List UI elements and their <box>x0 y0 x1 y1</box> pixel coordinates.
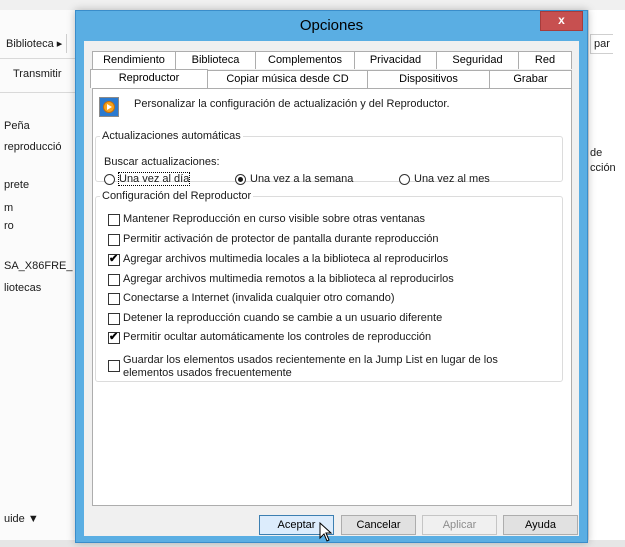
background-sidebar-guide[interactable]: uide ▼ <box>4 513 39 525</box>
checkbox-box: ✔ <box>108 253 120 266</box>
radio-label: Una vez al mes <box>414 173 490 185</box>
background-sidebar-item[interactable]: prete <box>4 179 29 191</box>
tab-seguridad[interactable]: Seguridad <box>436 51 519 69</box>
close-button[interactable]: x <box>540 11 583 31</box>
player-settings-legend: Configuración del Reproductor <box>102 190 252 202</box>
tab-copiar-musica[interactable]: Copiar música desde CD <box>207 70 368 88</box>
checkbox-autohide-controls[interactable]: ✔ Permitir ocultar automáticamente los c… <box>108 331 431 344</box>
automatic-updates-legend: Actualizaciones automáticas <box>102 130 241 142</box>
checkbox-jump-list-recent[interactable]: Guardar los elementos usados recientemen… <box>108 354 503 380</box>
checkbox-box <box>108 274 120 286</box>
checkbox-stop-on-user-switch[interactable]: Detener la reproducción cuando se cambie… <box>108 312 442 325</box>
dialog-titlebar[interactable]: Opciones x <box>76 11 587 39</box>
cancel-button[interactable]: Cancelar <box>341 515 416 535</box>
checkbox-box <box>108 214 120 226</box>
radio-once-a-day[interactable]: Una vez al día <box>104 172 191 186</box>
checkbox-box <box>108 360 120 372</box>
background-tab-transmitir[interactable]: Transmitir <box>13 68 61 80</box>
radio-once-a-month[interactable]: Una vez al mes <box>399 173 490 185</box>
background-sidebar-item[interactable]: liotecas <box>4 282 41 294</box>
checkbox-label: Permitir ocultar automáticamente los con… <box>123 331 432 343</box>
background-right-text: cción <box>590 162 616 174</box>
checkbox-label: Conectarse a Internet (invalida cualquie… <box>123 292 395 304</box>
checkbox-connect-internet[interactable]: Conectarse a Internet (invalida cualquie… <box>108 292 394 305</box>
tab-biblioteca[interactable]: Biblioteca <box>175 51 256 69</box>
checkbox-box: ✔ <box>108 331 120 344</box>
checkbox-allow-screensaver[interactable]: Permitir activación de protector de pant… <box>108 233 439 246</box>
radio-once-a-week[interactable]: Una vez a la semana <box>235 173 353 185</box>
checkbox-label: Agregar archivos multimedia locales a la… <box>123 253 449 265</box>
tab-dispositivos[interactable]: Dispositivos <box>367 70 490 88</box>
tab-complementos[interactable]: Complementos <box>255 51 355 69</box>
radio-label: Una vez a la semana <box>250 173 354 185</box>
check-mark-icon: ✔ <box>109 253 119 265</box>
help-button[interactable]: Ayuda <box>503 515 578 535</box>
checkbox-keep-now-playing-on-top[interactable]: Mantener Reproducción en curso visible s… <box>108 213 425 226</box>
tab-rendimiento[interactable]: Rendimiento <box>92 51 176 69</box>
mouse-pointer-icon <box>319 522 333 542</box>
background-right-text: de <box>590 147 603 159</box>
reproductor-tab-panel: Personalizar la configuración de actuali… <box>92 88 572 506</box>
tab-red[interactable]: Red <box>518 51 572 69</box>
radio-circle <box>399 173 410 185</box>
checkbox-add-local-media[interactable]: ✔ Agregar archivos multimedia locales a … <box>108 253 448 266</box>
tab-grabar[interactable]: Grabar <box>489 70 572 88</box>
background-sidebar-item[interactable]: SA_X86FRE_ <box>4 260 72 272</box>
search-updates-label: Buscar actualizaciones: <box>104 156 220 168</box>
radio-circle-selected <box>235 173 246 185</box>
dialog-title: Opciones <box>299 17 364 34</box>
background-divider <box>0 92 75 93</box>
background-sidebar: Biblioteca ▸ Transmitir Peña reproducció… <box>0 10 76 540</box>
tab-reproductor[interactable]: Reproductor <box>90 69 208 88</box>
tab-privacidad[interactable]: Privacidad <box>354 51 437 69</box>
background-divider <box>0 58 75 59</box>
background-sidebar-item[interactable]: reproducció <box>4 141 61 153</box>
checkbox-label: Detener la reproducción cuando se cambie… <box>123 312 443 324</box>
media-player-icon <box>99 97 119 117</box>
checkbox-add-remote-media[interactable]: Agregar archivos multimedia remotos a la… <box>108 273 454 286</box>
background-right-pane: par de cción <box>588 10 625 540</box>
background-sidebar-item[interactable]: m <box>4 202 13 214</box>
background-tab-biblioteca[interactable]: Biblioteca ▸ <box>4 34 68 53</box>
checkbox-label: Agregar archivos multimedia remotos a la… <box>123 273 454 285</box>
checkbox-label: Permitir activación de protector de pant… <box>123 233 439 245</box>
dialog-client-area: Rendimiento Biblioteca Complementos Priv… <box>84 41 579 536</box>
checkbox-label: Guardar los elementos usados recientemen… <box>123 354 498 379</box>
intro-text: Personalizar la configuración de actuali… <box>134 98 450 110</box>
background-sidebar-item[interactable]: Peña <box>4 120 30 132</box>
background-right-tab[interactable]: par <box>590 34 613 54</box>
automatic-updates-group: Actualizaciones automáticas Buscar actua… <box>95 130 563 186</box>
checkbox-label: Mantener Reproducción en curso visible s… <box>123 213 426 225</box>
apply-button[interactable]: Aplicar <box>422 515 497 535</box>
checkbox-box <box>108 313 120 325</box>
options-dialog: Opciones x Rendimiento Biblioteca Comple… <box>75 10 588 543</box>
radio-circle <box>104 173 115 185</box>
background-top-strip <box>0 0 625 10</box>
checkbox-box <box>108 234 120 246</box>
check-mark-icon: ✔ <box>109 331 119 343</box>
radio-label: Una vez al día <box>117 172 191 186</box>
background-sidebar-item[interactable]: ro <box>4 220 14 232</box>
checkbox-box <box>108 293 120 305</box>
player-settings-group: Configuración del Reproductor Mantener R… <box>95 190 563 382</box>
